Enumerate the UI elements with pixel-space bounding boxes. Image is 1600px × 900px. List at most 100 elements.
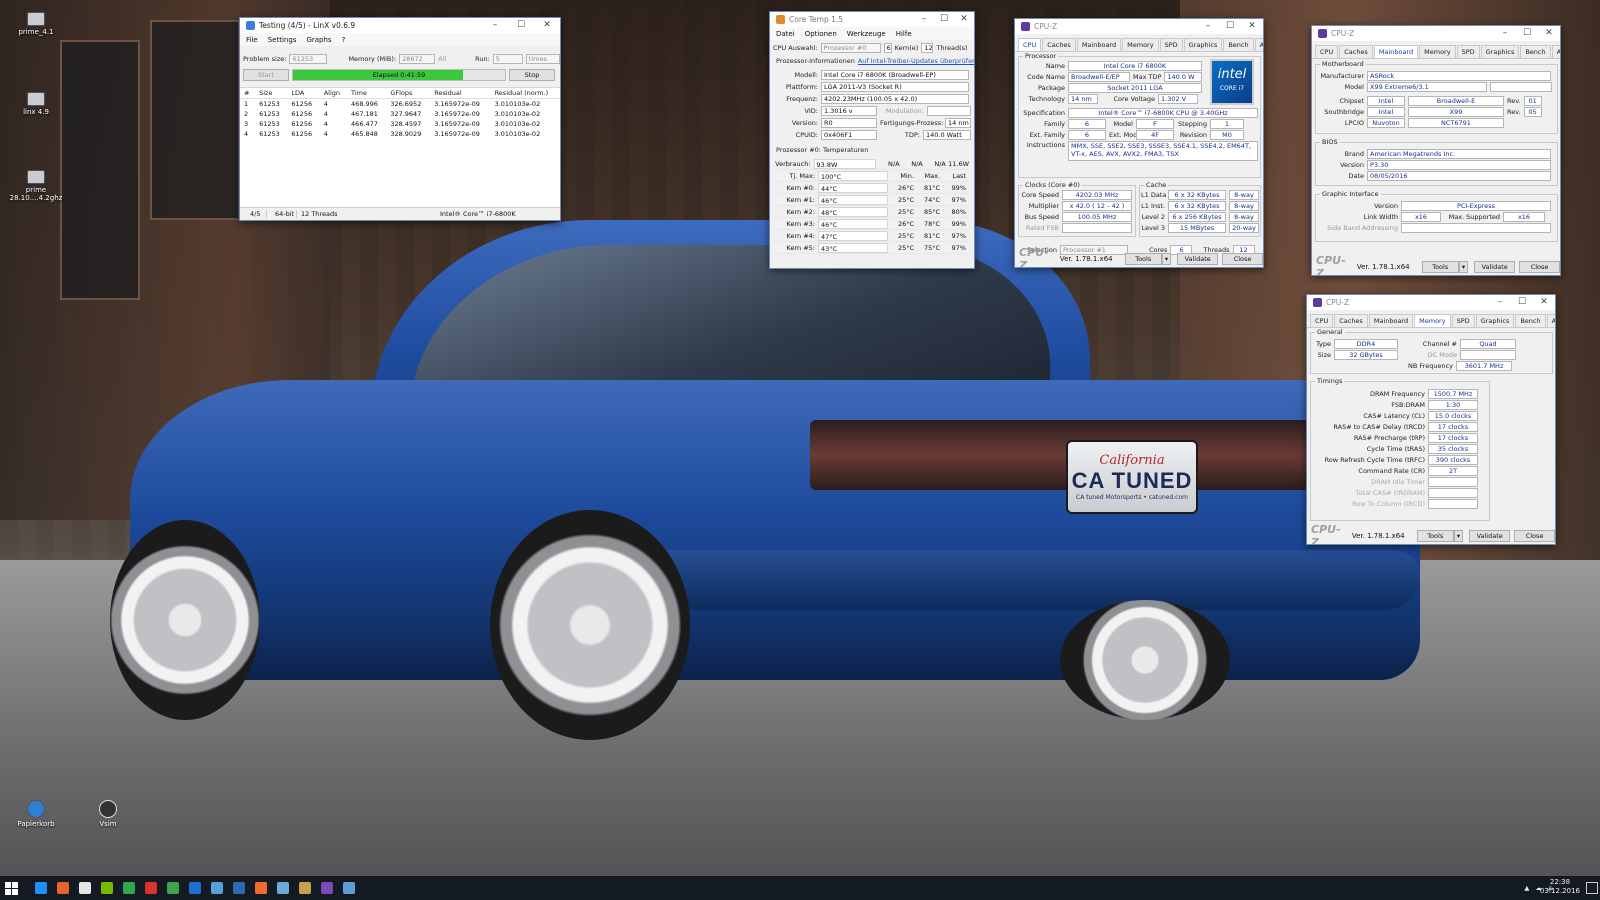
taskbar-app-button[interactable] — [250, 876, 272, 900]
desktop-icon-linx[interactable]: linx 4.9 — [6, 92, 66, 116]
tools-button[interactable]: Tools — [1124, 252, 1162, 265]
col-align[interactable]: Align — [319, 88, 348, 99]
close-button[interactable]: Close — [1222, 252, 1263, 265]
cpu-select[interactable]: Prozessor #0 — [820, 43, 881, 53]
taskbar-app-button[interactable] — [74, 876, 96, 900]
cpuz-titlebar[interactable]: CPU-Z – ☐ ✕ — [1015, 19, 1263, 34]
minimize-icon[interactable]: – — [1197, 19, 1219, 34]
tab-about[interactable]: About — [1551, 45, 1560, 58]
tab-about[interactable]: About — [1254, 38, 1263, 51]
close-icon[interactable]: ✕ — [534, 18, 560, 33]
start-button[interactable]: Start — [243, 69, 289, 81]
tools-button[interactable]: Tools — [1416, 529, 1454, 542]
menu-datei[interactable]: Datei — [776, 30, 795, 38]
tray-icon[interactable]: ▲ — [1524, 884, 1529, 892]
taskbar-app-button[interactable] — [96, 876, 118, 900]
validate-button[interactable]: Validate — [1177, 252, 1219, 265]
tools-dropdown-icon[interactable]: ▾ — [1453, 529, 1464, 542]
taskbar-app-button[interactable] — [272, 876, 294, 900]
desktop-icon-recycle-bin[interactable]: Papierkorb — [6, 800, 66, 828]
tab-mainboard[interactable]: Mainboard — [1076, 38, 1122, 51]
tools-button[interactable]: Tools — [1421, 260, 1459, 273]
minimize-icon[interactable]: – — [914, 12, 934, 27]
close-icon[interactable]: ✕ — [1538, 26, 1560, 41]
tab-cpu[interactable]: CPU — [1315, 45, 1339, 58]
menu-werkzeuge[interactable]: Werkzeuge — [847, 30, 886, 38]
cpuz-titlebar[interactable]: CPU-Z – ☐ ✕ — [1307, 295, 1555, 310]
maximize-icon[interactable]: ☐ — [508, 18, 534, 33]
tab-mainboard[interactable]: Mainboard — [1373, 45, 1419, 58]
tab-graphics[interactable]: Graphics — [1480, 45, 1520, 58]
menu-hilfe[interactable]: Hilfe — [896, 30, 912, 38]
taskbar-app-button[interactable] — [52, 876, 74, 900]
taskbar-app-button[interactable] — [184, 876, 206, 900]
tab-caches[interactable]: Caches — [1334, 314, 1368, 327]
coretemp-titlebar[interactable]: Core Temp 1.5 – ☐ ✕ — [770, 12, 974, 27]
tab-mainboard[interactable]: Mainboard — [1368, 314, 1414, 327]
table-row[interactable]: 4 61253 61256 4 465.848 328.9029 3.165972e-09 3… — [240, 129, 560, 139]
tab-bench[interactable]: Bench — [1515, 314, 1546, 327]
tab-caches[interactable]: Caches — [1042, 38, 1076, 51]
taskbar-app-button[interactable] — [338, 876, 360, 900]
desktop-icon-vsim[interactable]: Vsim — [78, 800, 138, 828]
taskbar-app-button[interactable] — [30, 876, 52, 900]
tab-spd[interactable]: SPD — [1451, 314, 1475, 327]
minimize-icon[interactable]: – — [482, 18, 508, 33]
col-size[interactable]: Size — [255, 88, 288, 99]
taskbar-app-button[interactable] — [316, 876, 338, 900]
tab-about[interactable]: About — [1546, 314, 1555, 327]
col-lda[interactable]: LDA — [287, 88, 320, 99]
tab-bench[interactable]: Bench — [1223, 38, 1254, 51]
minimize-icon[interactable]: – — [1489, 295, 1511, 310]
memory-select[interactable]: 28672 — [399, 54, 436, 64]
menu-file[interactable]: File — [246, 36, 258, 44]
all-checkbox-label[interactable]: All — [438, 55, 446, 63]
maximize-icon[interactable]: ☐ — [934, 12, 954, 27]
tab-spd[interactable]: SPD — [1456, 45, 1480, 58]
col-time[interactable]: Time — [347, 88, 387, 99]
tools-dropdown-icon[interactable]: ▾ — [1458, 260, 1469, 273]
problem-size-select[interactable]: 61253 — [289, 54, 328, 64]
cpuz-titlebar[interactable]: CPU-Z – ☐ ✕ — [1312, 26, 1560, 41]
taskbar-clock[interactable]: 22:38 03.12.2016 — [1540, 878, 1580, 896]
col-residual-norm[interactable]: Residual (norm.) — [490, 88, 560, 99]
tab-graphics[interactable]: Graphics — [1183, 38, 1223, 51]
maximize-icon[interactable]: ☐ — [1511, 295, 1533, 310]
times-select[interactable]: times — [525, 54, 560, 64]
maximize-icon[interactable]: ☐ — [1219, 19, 1241, 34]
tab-memory[interactable]: Memory — [1419, 45, 1456, 58]
menu-graphs[interactable]: Graphs — [306, 36, 331, 44]
tab-cpu[interactable]: CPU — [1310, 314, 1334, 327]
taskbar-app-button[interactable] — [294, 876, 316, 900]
col-gflops[interactable]: GFlops — [386, 88, 431, 99]
taskbar-app-button[interactable] — [206, 876, 228, 900]
table-row[interactable]: 3 61253 61256 4 466.477 328.4597 3.165972e-09 3… — [240, 119, 560, 129]
taskbar-app-button[interactable] — [228, 876, 250, 900]
desktop-icon-prime[interactable]: prime_4.1 — [6, 12, 66, 36]
tab-caches[interactable]: Caches — [1339, 45, 1373, 58]
tools-dropdown-icon[interactable]: ▾ — [1161, 252, 1172, 265]
close-button[interactable]: Close — [1519, 260, 1560, 273]
stop-button[interactable]: Stop — [509, 69, 555, 81]
action-center-icon[interactable] — [1586, 882, 1598, 894]
menu-optionen[interactable]: Optionen — [805, 30, 837, 38]
menu-help[interactable]: ? — [342, 36, 346, 44]
table-row[interactable]: 1 61253 61256 4 468.996 326.6952 3.165972e-09 3… — [240, 99, 560, 110]
close-icon[interactable]: ✕ — [1241, 19, 1263, 34]
close-icon[interactable]: ✕ — [954, 12, 974, 27]
col-index[interactable]: # — [240, 88, 256, 99]
menu-settings[interactable]: Settings — [268, 36, 297, 44]
taskbar-app-button[interactable] — [118, 876, 140, 900]
linx-titlebar[interactable]: Testing (4/5) - LinX v0.6.9 – ☐ ✕ — [240, 18, 560, 33]
minimize-icon[interactable]: – — [1494, 26, 1516, 41]
table-row[interactable]: 2 61253 61256 4 467.181 327.9647 3.165972e-09 3… — [240, 109, 560, 119]
desktop-icon-prime-oc[interactable]: prime 28.10....4.2ghz — [6, 170, 66, 202]
taskbar-app-button[interactable] — [162, 876, 184, 900]
maximize-icon[interactable]: ☐ — [1516, 26, 1538, 41]
tab-spd[interactable]: SPD — [1159, 38, 1183, 51]
close-icon[interactable]: ✕ — [1533, 295, 1555, 310]
col-residual[interactable]: Residual — [430, 88, 491, 99]
tab-memory[interactable]: Memory — [1414, 314, 1451, 327]
start-button[interactable] — [0, 876, 22, 900]
taskbar-app-button[interactable] — [140, 876, 162, 900]
